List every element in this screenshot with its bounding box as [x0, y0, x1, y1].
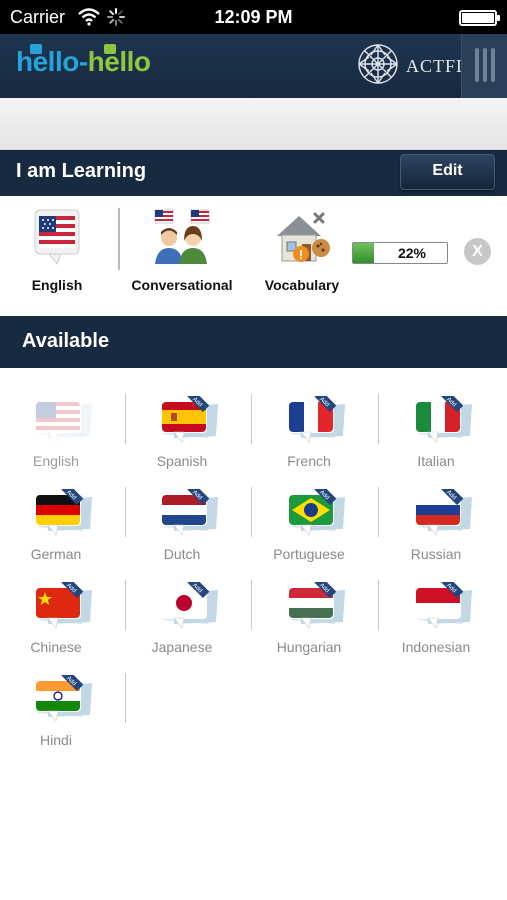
learning-panel: English Conversational ! Vocabulary 22% …	[0, 196, 507, 316]
language-tile-german[interactable]: Add German	[0, 461, 126, 562]
language-name: Hindi	[40, 732, 72, 748]
language-name: Japanese	[151, 639, 213, 655]
learning-mode-label: Conversational	[131, 277, 233, 293]
language-tile-japanese[interactable]: Add Japanese	[126, 554, 252, 655]
svg-text:!: !	[299, 247, 303, 262]
remove-course-button[interactable]: X	[464, 238, 491, 265]
menu-bar-icon	[491, 48, 495, 82]
language-name: Hungarian	[276, 639, 342, 655]
ru-flag-bubble-icon: Add	[415, 489, 472, 536]
id-flag-bubble-icon: Add	[415, 582, 472, 629]
hu-flag-bubble-icon: Add	[288, 582, 345, 629]
us-flag-bubble-icon	[35, 401, 92, 443]
language-name: Indonesian	[401, 639, 471, 655]
actfl-label: ACTFL	[406, 56, 469, 76]
learning-course-label: Vocabulary	[264, 277, 340, 293]
nl-flag-bubble-icon: Add	[161, 489, 218, 536]
es-flag-bubble-icon: Add	[161, 396, 218, 443]
clock: 12:09 PM	[214, 7, 293, 27]
logo-text-first: hello	[16, 46, 79, 77]
divider	[251, 580, 252, 630]
divider	[125, 673, 126, 723]
in-flag-bubble-icon: Add	[35, 675, 92, 722]
language-tile-english: English	[0, 368, 126, 469]
menu-bar-icon	[475, 48, 479, 82]
fr-flag-bubble-icon: Add	[288, 396, 345, 443]
learning-mode-conversational[interactable]: Conversational	[128, 208, 236, 293]
language-tile-spanish[interactable]: Add Spanish	[126, 368, 252, 469]
progress-fill	[353, 243, 374, 263]
hello-hello-logo[interactable]: hello-hello	[16, 44, 151, 86]
language-tile-italian[interactable]: Add Italian	[380, 368, 506, 469]
divider	[251, 394, 252, 444]
language-tile-french[interactable]: Add French	[253, 368, 379, 469]
menu-button[interactable]	[461, 34, 507, 98]
learning-course-vocabulary[interactable]: ! Vocabulary	[258, 208, 346, 293]
logo-dash: -	[78, 46, 88, 77]
language-tile-dutch[interactable]: Add Dutch	[126, 461, 252, 562]
toolbar-spacer	[0, 98, 507, 150]
logo-text-second: hello	[87, 46, 151, 77]
language-tile-hungarian[interactable]: Add Hungarian	[253, 554, 379, 655]
language-tile-russian[interactable]: Add Russian	[380, 461, 506, 562]
conversation-people-icon	[154, 209, 210, 264]
available-section-header: Available	[0, 316, 507, 368]
language-tile-indonesian[interactable]: Add Indonesian	[380, 554, 506, 655]
blue-speech-bubble-icon	[30, 44, 42, 54]
progress-text: 22%	[397, 245, 427, 261]
divider	[378, 580, 379, 630]
learning-language-label: English	[31, 277, 83, 293]
learning-section-title: I am Learning	[16, 160, 147, 182]
status-bar: Carrier 12:09 PM	[0, 0, 507, 34]
battery-icon	[459, 10, 500, 26]
green-speech-bubble-icon	[104, 44, 116, 54]
vocabulary-house-icon: !	[277, 212, 330, 262]
de-flag-bubble-icon: Add	[35, 489, 92, 536]
learning-language-english[interactable]: English	[22, 208, 92, 293]
it-flag-bubble-icon: Add	[415, 396, 472, 443]
menu-bar-icon	[483, 48, 487, 82]
cn-flag-bubble-icon: Add	[35, 582, 92, 629]
jp-flag-bubble-icon: Add	[161, 582, 218, 629]
progress-bar: 22%	[352, 242, 448, 264]
actfl-emblem-icon	[358, 44, 398, 84]
divider	[118, 208, 120, 270]
language-tile-hindi[interactable]: Add Hindi	[0, 647, 126, 748]
divider	[251, 487, 252, 537]
edit-button[interactable]: Edit	[400, 154, 495, 190]
learning-section-header: I am Learning Edit	[0, 150, 507, 196]
us-flag-bubble-icon	[34, 209, 80, 265]
br-flag-bubble-icon: Add	[288, 489, 345, 536]
divider	[378, 487, 379, 537]
app-header: hello-hello ACTFL	[0, 34, 507, 98]
divider	[378, 394, 379, 444]
available-section-title: Available	[22, 330, 110, 352]
language-tile-portuguese[interactable]: Add Portuguese	[253, 461, 379, 562]
language-tile-chinese[interactable]: Add Chinese	[0, 554, 126, 655]
